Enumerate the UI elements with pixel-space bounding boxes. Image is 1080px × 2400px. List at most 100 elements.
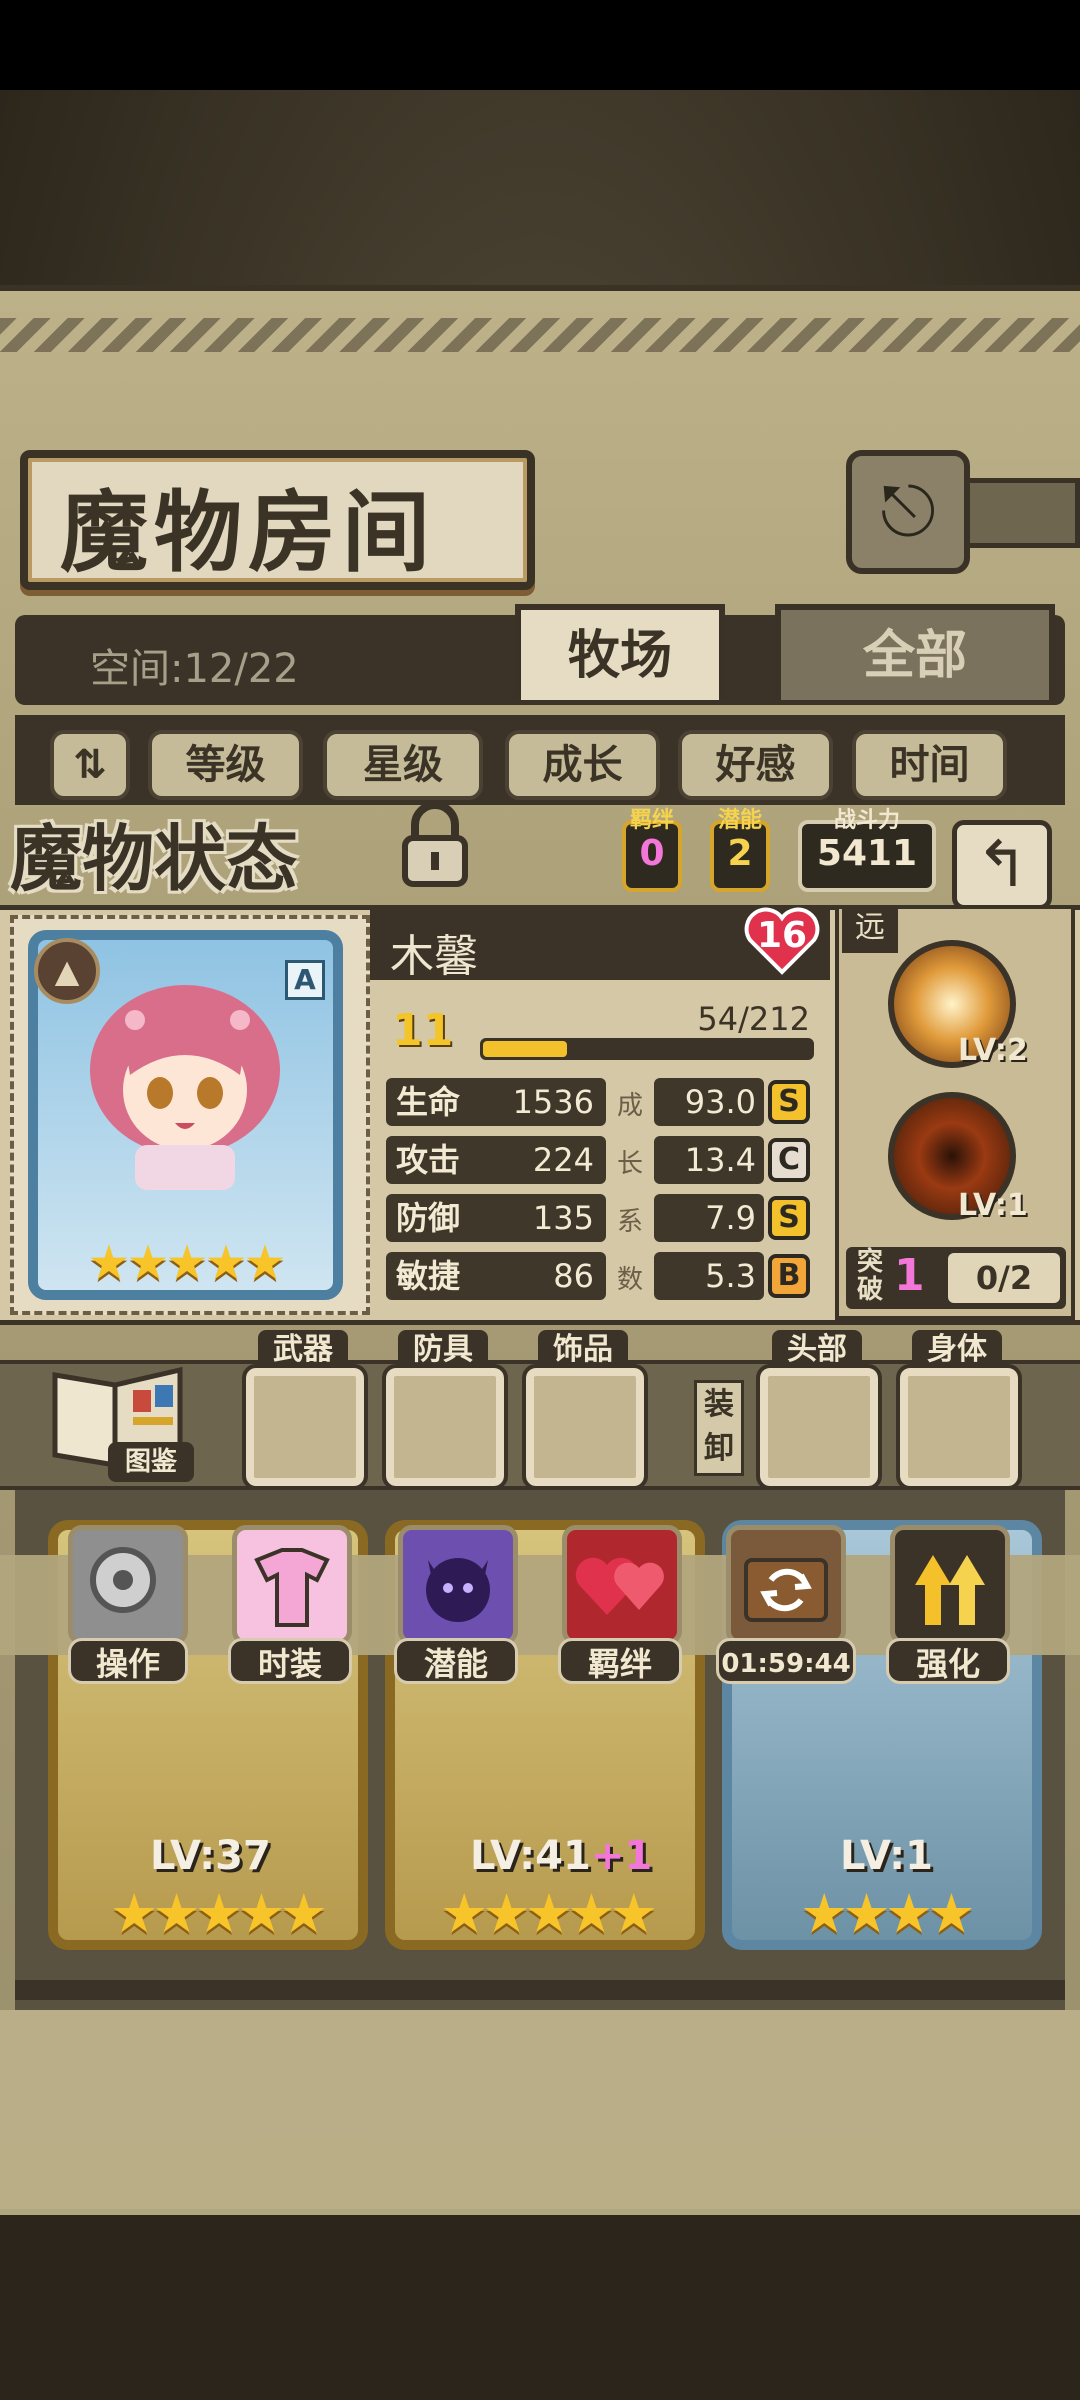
stat-label: 生命	[396, 1083, 461, 1121]
slot-accessory[interactable]	[522, 1364, 648, 1490]
filter-star[interactable]: 星级	[323, 730, 483, 800]
lock-icon[interactable]	[395, 800, 475, 890]
tab-all[interactable]: 全部	[775, 604, 1055, 700]
back-arrow-icon: ↰	[975, 828, 1029, 902]
slot-armor[interactable]	[382, 1364, 508, 1490]
enhance-button[interactable]	[890, 1525, 1010, 1645]
filter-growth[interactable]: 成长	[505, 730, 660, 800]
grade-badge: S	[768, 1196, 810, 1240]
filter-time[interactable]: 时间	[852, 730, 1007, 800]
stat-value: 1536	[512, 1083, 594, 1121]
exit-rail	[970, 478, 1080, 548]
potential-button[interactable]	[398, 1525, 518, 1645]
double-arrow-up-icon	[915, 1555, 985, 1625]
slot-body[interactable]	[896, 1364, 1022, 1490]
exit-arrow-icon: ⎋	[880, 470, 936, 552]
monster-card-stars: ★★★★★	[110, 1882, 328, 1945]
growth-label-char: 数	[616, 1265, 643, 1295]
demon-icon	[426, 1558, 490, 1622]
monster-card-level: LV:1	[840, 1833, 933, 1879]
potential-value: 2	[727, 833, 753, 874]
bond-label[interactable]: 羁绊	[558, 1638, 682, 1684]
stat-defense: 防御 135	[386, 1194, 606, 1242]
monster-stars: ★★★★★	[87, 1235, 286, 1291]
level-text: LV:1	[840, 1833, 933, 1879]
stat-value: 135	[532, 1199, 594, 1237]
breakthrough-value: 1	[894, 1250, 925, 1301]
breakthrough-label: 突破	[856, 1247, 883, 1305]
slot-label-body: 身体	[912, 1330, 1002, 1370]
slot-weapon[interactable]	[242, 1364, 368, 1490]
potential-label: 潜能	[717, 808, 762, 833]
stat-label: 敏捷	[396, 1257, 461, 1295]
monster-card-stars: ★★★★★	[440, 1882, 658, 1945]
monster-avatar	[90, 985, 280, 1190]
exit-button[interactable]: ⎋	[846, 450, 970, 574]
slot-head[interactable]	[756, 1364, 882, 1490]
level-badge: 11	[392, 1005, 454, 1056]
potential-label[interactable]: 潜能	[394, 1638, 518, 1684]
slot-label-accessory: 饰品	[538, 1330, 628, 1370]
bond-value: 0	[639, 833, 665, 874]
rank-badge: A	[285, 960, 325, 1000]
growth-label-char: 系	[616, 1207, 643, 1237]
power-value: 5411	[816, 833, 918, 874]
element-badge: ▲	[34, 938, 100, 1004]
monster-card-level: LV:41+1	[470, 1833, 652, 1879]
zigzag-border	[0, 318, 1080, 352]
hearts-icon	[575, 1557, 664, 1615]
slot-label-armor: 防具	[398, 1330, 488, 1370]
grade-badge: B	[768, 1254, 810, 1298]
panel-bottom	[0, 2010, 1080, 2220]
monster-card-stars: ★★★★	[800, 1882, 976, 1945]
stat-attack: 攻击 224	[386, 1136, 606, 1184]
book-label[interactable]: 图鉴	[108, 1442, 194, 1482]
monster-card-level: LV:37	[150, 1833, 271, 1879]
filter-level[interactable]: 等级	[148, 730, 303, 800]
tab-ranch[interactable]: 牧场	[515, 604, 725, 700]
range-tag: 远	[842, 905, 898, 953]
filter-affection[interactable]: 好感	[678, 730, 833, 800]
enhance-label[interactable]: 强化	[886, 1638, 1010, 1684]
growth-hp: 93.0	[654, 1078, 764, 1126]
sort-order-button[interactable]: ⇅	[50, 730, 130, 800]
gear-icon	[90, 1547, 156, 1613]
refresh-button[interactable]	[726, 1525, 846, 1645]
refresh-timer: 01:59:44	[716, 1638, 856, 1684]
refresh-chest-icon	[744, 1558, 828, 1622]
status-bar	[0, 0, 1080, 90]
exp-text: 54/212	[697, 1000, 810, 1038]
monster-name: 木馨	[390, 931, 478, 982]
growth-agility: 5.3	[654, 1252, 764, 1300]
status-title: 魔物状态	[10, 816, 299, 901]
growth-defense: 7.9	[654, 1194, 764, 1242]
outfit-button[interactable]	[232, 1525, 352, 1645]
skill-1-level: LV:2	[958, 1033, 1028, 1068]
stat-hp: 生命 1536	[386, 1078, 606, 1126]
back-button[interactable]: ↰	[952, 820, 1052, 910]
grade-badge: C	[768, 1138, 810, 1182]
power-label: 战斗力	[833, 808, 900, 833]
space-capacity: 空间:12/22	[90, 646, 299, 692]
power-indicator: 战斗力 5411	[798, 810, 936, 892]
level-plus: +1	[590, 1833, 653, 1879]
stat-value: 86	[553, 1257, 594, 1295]
stat-value: 224	[532, 1141, 594, 1179]
stat-agility: 敏捷 86	[386, 1252, 606, 1300]
unequip-button[interactable]: 装卸	[694, 1380, 744, 1476]
operate-button[interactable]	[68, 1525, 188, 1645]
bond-label: 羁绊	[629, 808, 674, 833]
outfit-label[interactable]: 时装	[228, 1638, 352, 1684]
breakthrough-progress[interactable]: 0/2	[948, 1253, 1060, 1303]
stat-label: 防御	[396, 1199, 461, 1237]
level-text: LV:37	[150, 1833, 271, 1879]
outfit-icon	[254, 1548, 330, 1627]
grade-badge: S	[768, 1080, 810, 1124]
level-text: LV:41	[470, 1833, 591, 1879]
growth-label-char: 长	[616, 1149, 643, 1179]
bond-button[interactable]	[562, 1525, 682, 1645]
operate-label[interactable]: 操作	[68, 1638, 188, 1684]
mountain-icon: ▲	[54, 952, 80, 990]
bond-indicator: 羁绊 0	[622, 810, 682, 892]
slot-label-weapon: 武器	[258, 1330, 348, 1370]
